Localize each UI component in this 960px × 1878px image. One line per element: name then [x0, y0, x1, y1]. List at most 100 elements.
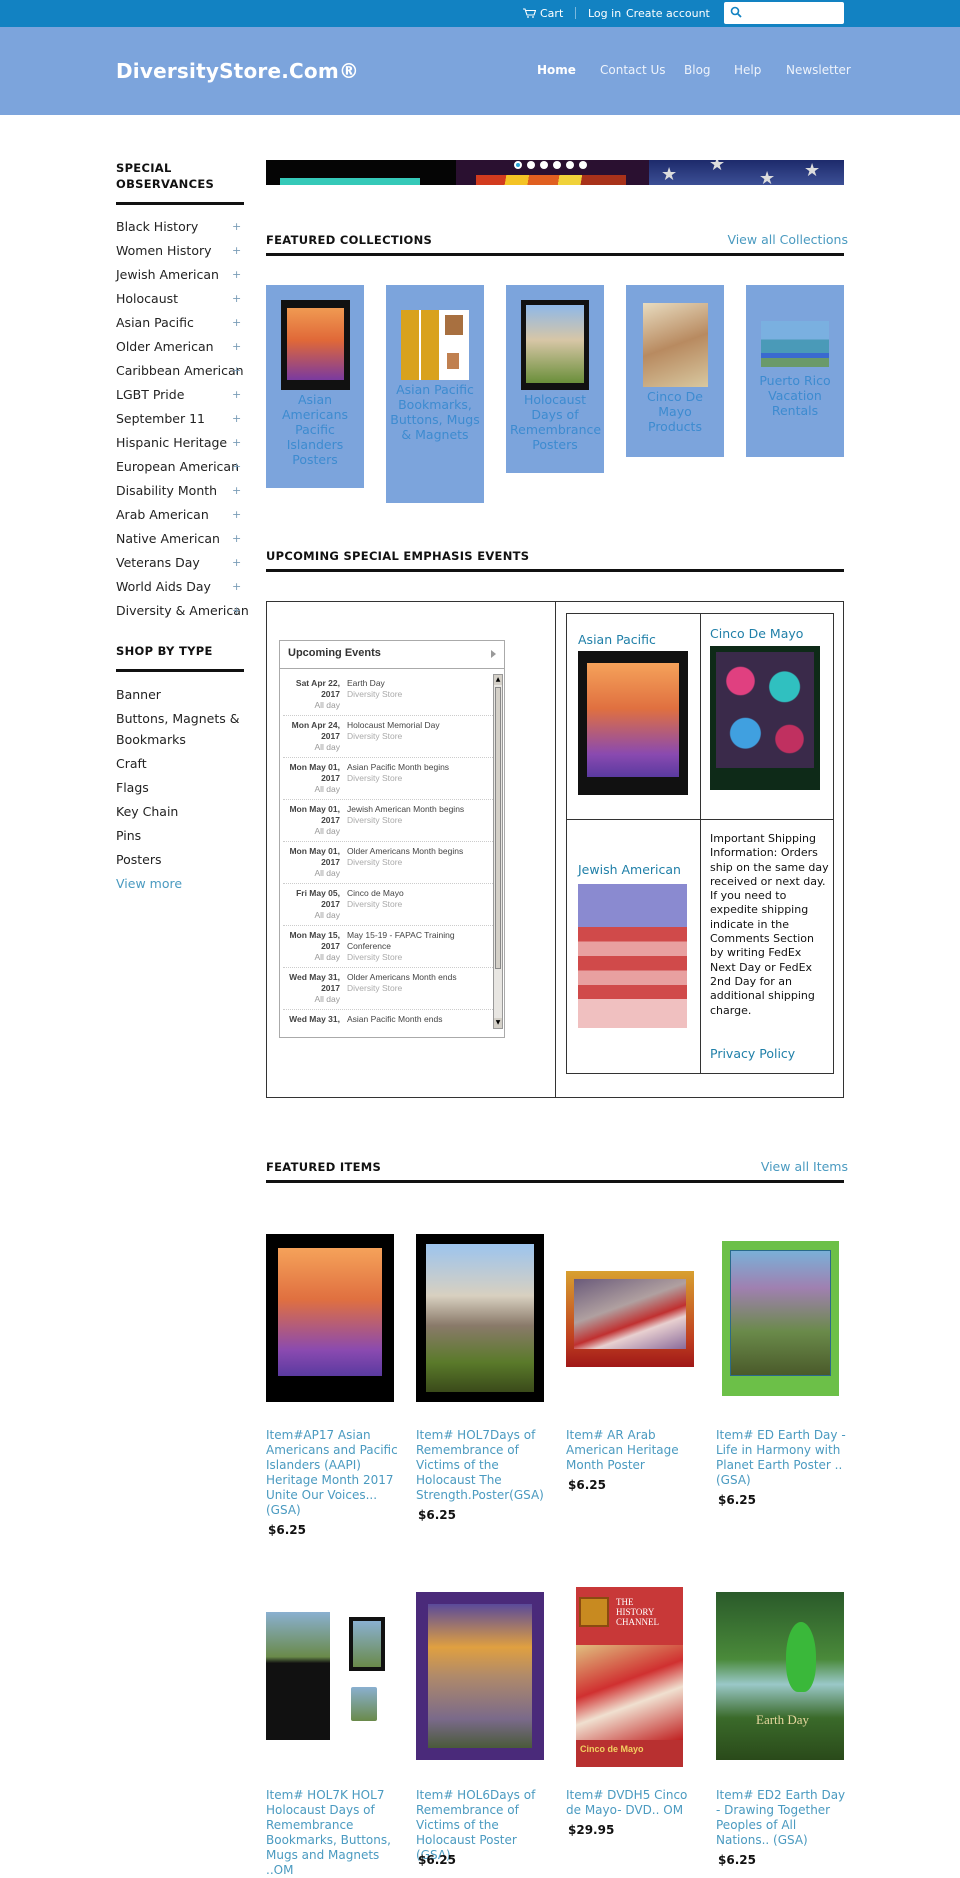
event-title[interactable]: Asian Pacific Month begins — [347, 762, 492, 773]
sidebar-item-type[interactable]: Posters — [116, 847, 244, 871]
event-row[interactable]: Sat Apr 22, 2017 All day Earth Day Diversity… — [283, 674, 493, 716]
expand-plus-icon[interactable]: + — [232, 335, 241, 359]
event-row[interactable]: Fri May 05, 2017 All day Cinco de Mayo Diver… — [283, 884, 493, 926]
expand-plus-icon[interactable]: + — [232, 455, 241, 479]
slide-dot[interactable] — [553, 161, 561, 169]
product-title[interactable]: Item# HOL7Days of Remembrance of Victims… — [416, 1428, 551, 1503]
sidebar-item-observance[interactable]: Jewish American + — [116, 263, 244, 287]
slideshow-banner[interactable]: ★ ★ ★ ★ — [266, 160, 844, 185]
view-all-items-link[interactable]: View all Items — [761, 1159, 848, 1174]
sidebar-item-observance[interactable]: Veterans Day + — [116, 551, 244, 575]
product-title[interactable]: Item# HOL7K HOL7 Holocaust Days of Remem… — [266, 1788, 401, 1878]
sidebar-item-observance[interactable]: Holocaust + — [116, 287, 244, 311]
asian-pacific-link[interactable]: Asian Pacific — [578, 632, 656, 647]
event-row[interactable]: Mon Apr 24, 2017 All day Holocaust Memorial… — [283, 716, 493, 758]
sidebar-item-observance[interactable]: Asian Pacific + — [116, 311, 244, 335]
expand-arrow-icon[interactable] — [491, 650, 496, 658]
sidebar-item-observance[interactable]: Black History + — [116, 215, 244, 239]
sidebar-item-type[interactable]: Craft — [116, 751, 244, 775]
slide-dot[interactable] — [579, 161, 587, 169]
sidebar-item-observance[interactable]: Caribbean American + — [116, 359, 244, 383]
sidebar-item-type[interactable]: Key Chain — [116, 799, 244, 823]
sidebar-item-observance[interactable]: LGBT Pride + — [116, 383, 244, 407]
expand-plus-icon[interactable]: + — [232, 287, 241, 311]
slide-dot[interactable] — [540, 161, 548, 169]
event-row[interactable]: Mon May 01, 2017 All day Asian Pacific Mont… — [283, 758, 493, 800]
site-logo[interactable]: DiversityStore.Com® — [116, 59, 359, 83]
sidebar-item-observance[interactable]: September 11 + — [116, 407, 244, 431]
expand-plus-icon[interactable]: + — [232, 503, 241, 527]
nav-home[interactable]: Home — [537, 63, 576, 77]
nav-help[interactable]: Help — [734, 63, 761, 77]
slide-dot[interactable] — [527, 161, 535, 169]
event-title[interactable]: Older Americans Month ends — [347, 972, 492, 983]
login-link[interactable]: Log in — [588, 7, 621, 20]
event-title[interactable]: Earth Day — [347, 678, 492, 689]
privacy-policy-link[interactable]: Privacy Policy — [710, 1046, 795, 1061]
event-row[interactable]: Wed May 31, Asian Pacific Month ends — [283, 1010, 493, 1029]
cart-link[interactable]: Cart — [523, 7, 563, 20]
collection-card[interactable]: Puerto Rico Vacation Rentals — [746, 285, 844, 457]
product-title[interactable]: Item# AR Arab American Heritage Month Po… — [566, 1428, 701, 1473]
scrollbar-thumb[interactable] — [495, 687, 501, 969]
event-row[interactable]: Mon May 01, 2017 All day Older Americans Mo… — [283, 842, 493, 884]
sidebar-item-observance[interactable]: Women History + — [116, 239, 244, 263]
product-image[interactable] — [416, 1592, 544, 1760]
product-title[interactable]: Item# DVDH5 Cinco de Mayo- DVD.. OM — [566, 1788, 701, 1818]
view-all-collections-link[interactable]: View all Collections — [727, 232, 848, 247]
jewish-american-link[interactable]: Jewish American — [578, 862, 681, 877]
sidebar-item-type[interactable]: Flags — [116, 775, 244, 799]
product-image[interactable]: Earth Day — [716, 1592, 844, 1760]
cinco-de-mayo-link[interactable]: Cinco De Mayo — [710, 626, 803, 641]
asian-pacific-poster[interactable] — [578, 651, 688, 795]
expand-plus-icon[interactable]: + — [232, 599, 241, 623]
expand-plus-icon[interactable]: + — [232, 311, 241, 335]
event-list-scrollbar[interactable]: ▲ ▼ — [493, 674, 503, 1029]
expand-plus-icon[interactable]: + — [232, 383, 241, 407]
product-image[interactable] — [266, 1612, 394, 1740]
sidebar-item-observance[interactable]: Older American + — [116, 335, 244, 359]
search-icon[interactable] — [730, 6, 742, 18]
scroll-down-arrow-icon[interactable]: ▼ — [494, 1018, 502, 1028]
expand-plus-icon[interactable]: + — [232, 431, 241, 455]
product-image[interactable] — [416, 1234, 544, 1402]
expand-plus-icon[interactable]: + — [232, 263, 241, 287]
sidebar-item-observance[interactable]: Disability Month + — [116, 479, 244, 503]
expand-plus-icon[interactable]: + — [232, 479, 241, 503]
event-row[interactable]: Wed May 31, 2017 All day Older Americans Mo… — [283, 968, 493, 1010]
collection-card[interactable]: Holocaust Days of Remembrance Posters — [506, 285, 604, 473]
product-title[interactable]: Item# ED2 Earth Day - Drawing Together P… — [716, 1788, 851, 1848]
create-account-link[interactable]: Create account — [626, 7, 710, 20]
expand-plus-icon[interactable]: + — [232, 527, 241, 551]
product-title[interactable]: Item#AP17 Asian Americans and Pacific Is… — [266, 1428, 401, 1518]
sidebar-item-observance[interactable]: World Aids Day + — [116, 575, 244, 599]
sidebar-item-type[interactable]: Buttons, Magnets & Bookmarks — [116, 706, 244, 751]
expand-plus-icon[interactable]: + — [232, 407, 241, 431]
collection-card[interactable]: Cinco De Mayo Products — [626, 285, 724, 457]
product-title[interactable]: Item# HOL6Days of Remembrance of Victims… — [416, 1788, 551, 1863]
collection-card[interactable]: Asian Pacific Bookmarks, Buttons, Mugs &… — [386, 285, 484, 503]
expand-plus-icon[interactable]: + — [232, 575, 241, 599]
scroll-up-arrow-icon[interactable]: ▲ — [494, 675, 502, 685]
nav-blog[interactable]: Blog — [684, 63, 711, 77]
collection-card[interactable]: Asian Americans Pacific Islanders Poster… — [266, 285, 364, 488]
event-title[interactable]: Holocaust Memorial Day — [347, 720, 492, 731]
expand-plus-icon[interactable]: + — [232, 215, 241, 239]
sidebar-item-observance[interactable]: European American + — [116, 455, 244, 479]
event-title[interactable]: May 15-19 - FAPAC Training Conference — [347, 930, 467, 952]
nav-newsletter[interactable]: Newsletter — [786, 63, 851, 77]
sidebar-item-type[interactable]: Banner — [116, 682, 244, 706]
event-title[interactable]: Asian Pacific Month ends — [347, 1014, 492, 1025]
product-image[interactable]: THE HISTORY CHANNEL Cinco de Mayo — [576, 1587, 683, 1767]
sidebar-item-observance[interactable]: Hispanic Heritage + — [116, 431, 244, 455]
view-more-link[interactable]: View more — [116, 871, 244, 895]
expand-plus-icon[interactable]: + — [232, 551, 241, 575]
slide-dot[interactable] — [514, 161, 522, 169]
product-title[interactable]: Item# ED Earth Day - Life in Harmony wit… — [716, 1428, 851, 1488]
sidebar-item-observance[interactable]: Diversity & American + — [116, 599, 249, 623]
expand-plus-icon[interactable]: + — [232, 239, 241, 263]
slide-dot[interactable] — [566, 161, 574, 169]
product-image[interactable] — [566, 1271, 694, 1367]
sidebar-item-type[interactable]: Pins — [116, 823, 244, 847]
search-input[interactable] — [746, 4, 840, 22]
